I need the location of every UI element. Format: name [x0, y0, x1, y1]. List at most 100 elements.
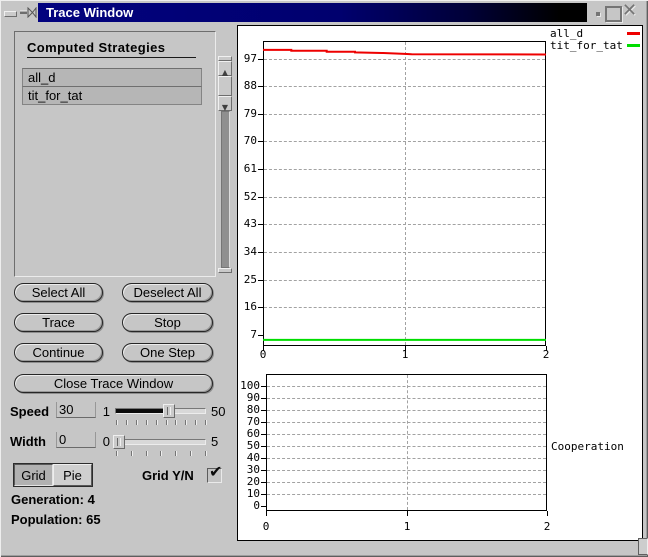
x-tick [266, 511, 267, 516]
speed-slider-thumb[interactable] [163, 404, 175, 418]
trace-button[interactable]: Trace [14, 313, 103, 332]
slider-tick [195, 420, 197, 425]
y-tick-label: 16 [238, 301, 257, 313]
resize-grip[interactable] [638, 538, 648, 555]
x-tick-label: 0 [256, 521, 276, 533]
y-tick [258, 197, 263, 198]
checkmark-icon: ✔ [209, 462, 222, 481]
x-tick [547, 511, 548, 516]
y-tick [261, 386, 266, 387]
trace-window: Trace Window ✕ Computed Strategies all_d… [0, 0, 648, 557]
slider-tick [146, 451, 148, 456]
y-tick [261, 422, 266, 423]
width-slider-thumb[interactable] [113, 435, 125, 449]
y-tick-label: 70 [238, 135, 257, 147]
y-tick-label: 52 [238, 191, 257, 203]
y-tick [258, 141, 263, 142]
y-tick [261, 446, 266, 447]
legend-swatch [627, 32, 640, 35]
grid-button[interactable]: Grid [14, 464, 53, 486]
stop-button[interactable]: Stop [122, 313, 213, 332]
population-value: 65 [86, 512, 100, 527]
cooperation-label: Cooperation [551, 441, 624, 453]
grid-yn-checkbox[interactable]: ✔ [207, 468, 222, 483]
y-tick-label: 79 [238, 108, 257, 120]
slider-tick [190, 451, 192, 456]
x-tick [263, 346, 264, 351]
continue-button[interactable]: Continue [14, 343, 103, 362]
chart-canvas: 978879706152433425167012all_dtit_for_tat… [237, 25, 643, 541]
y-tick [261, 410, 266, 411]
y-tick [261, 482, 266, 483]
generation-value: 4 [88, 492, 95, 507]
x-tick-label: 1 [397, 521, 417, 533]
scrollbar-bottom-cap [218, 268, 232, 273]
menu-dot-icon[interactable] [596, 12, 600, 16]
speed-value-input[interactable] [56, 402, 96, 418]
scroll-down-button[interactable]: ▼ [218, 96, 232, 111]
deselect-all-button[interactable]: Deselect All [122, 283, 213, 302]
speed-min-label: 1 [96, 404, 110, 419]
y-tick [261, 470, 266, 471]
view-toggle: Grid Pie [13, 463, 93, 487]
y-tick [258, 224, 263, 225]
y-tick-label: 43 [238, 218, 257, 230]
y-tick-label: 97 [238, 53, 257, 65]
one-step-button[interactable]: One Step [122, 343, 213, 362]
slider-tick [175, 451, 177, 456]
width-value-input[interactable] [56, 432, 96, 448]
slider-tick [175, 420, 177, 425]
y-tick-label: 0 [238, 500, 260, 512]
y-tick [258, 335, 263, 336]
close-trace-window-button[interactable]: Close Trace Window [14, 374, 213, 393]
strategy-item[interactable]: tit_for_tat [22, 86, 202, 105]
legend-swatch [627, 44, 640, 47]
x-tick [405, 346, 406, 351]
slider-tick [166, 420, 168, 425]
y-tick [261, 434, 266, 435]
y-tick-label: 25 [238, 274, 257, 286]
scroll-up-button[interactable]: ▲ [218, 61, 232, 76]
speed-slider-track[interactable] [115, 408, 206, 414]
maximize-icon[interactable] [605, 6, 622, 22]
slider-tick [185, 420, 187, 425]
pie-button[interactable]: Pie [53, 464, 92, 486]
slider-tick [205, 451, 207, 456]
x-tick [407, 511, 408, 516]
y-tick-label: 34 [238, 246, 257, 258]
speed-max-label: 50 [211, 404, 225, 419]
minimize-icon[interactable] [4, 11, 17, 17]
scroll-up-icon: ▲ [222, 68, 228, 77]
strategies-header: Computed Strategies [27, 40, 165, 55]
strategy-list: all_dtit_for_tat [22, 69, 202, 105]
grid-yn-label: Grid Y/N [142, 468, 194, 483]
y-tick [258, 114, 263, 115]
slider-tick [205, 420, 207, 425]
select-all-button[interactable]: Select All [14, 283, 103, 302]
y-tick [258, 59, 263, 60]
y-tick [261, 506, 266, 507]
strategy-item[interactable]: all_d [22, 68, 202, 87]
strategies-panel: Computed Strategies all_dtit_for_tat [14, 31, 216, 277]
v-gridline [405, 42, 406, 345]
y-tick [258, 307, 263, 308]
x-tick-label: 2 [537, 521, 557, 533]
width-min-label: 0 [96, 434, 110, 449]
titlebar[interactable]: Trace Window [38, 3, 587, 22]
scrollbar-thumb[interactable] [218, 76, 232, 96]
slider-tick [131, 451, 133, 456]
legend-label: tit_for_tat [550, 40, 623, 52]
speed-label: Speed [10, 404, 49, 419]
scrollbar-trough[interactable] [221, 111, 230, 268]
close-icon[interactable]: ✕ [622, 2, 637, 20]
width-max-label: 5 [211, 434, 218, 449]
strategies-scrollbar: ▲ ▼ [218, 56, 232, 273]
slider-tick [136, 420, 138, 425]
slider-tick [156, 420, 158, 425]
width-slider-track[interactable] [115, 439, 206, 445]
pin-icon[interactable] [20, 7, 37, 18]
slider-tick [126, 420, 128, 425]
window-title: Trace Window [46, 5, 133, 20]
v-gridline [407, 375, 408, 510]
y-tick-label: 61 [238, 163, 257, 175]
